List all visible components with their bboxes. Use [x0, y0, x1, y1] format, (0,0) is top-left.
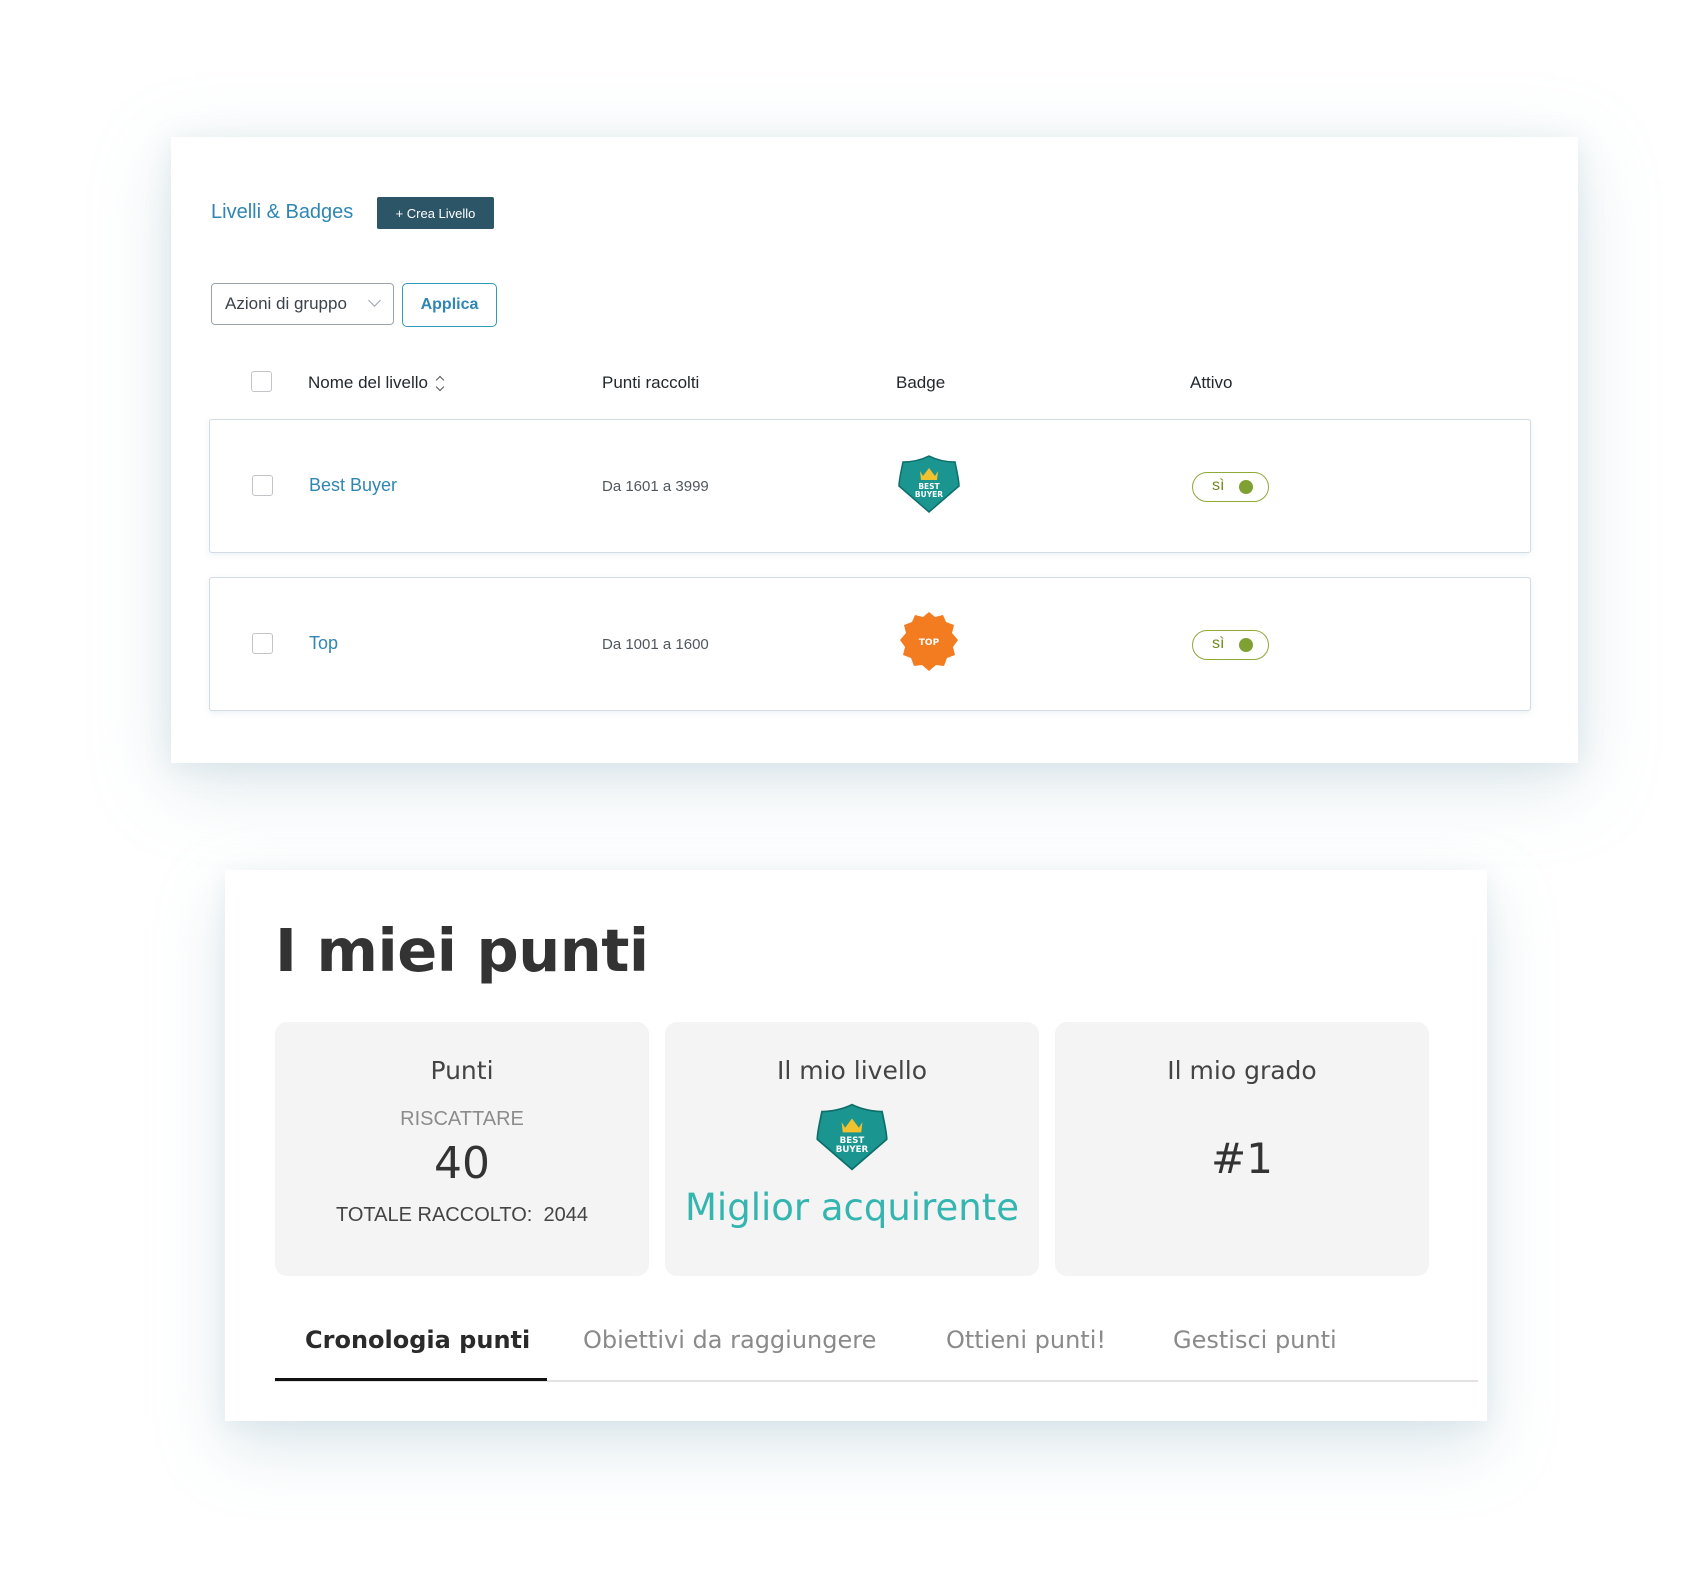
toggle-knob [1239, 638, 1253, 652]
row-checkbox[interactable] [252, 475, 273, 496]
column-header-badge: Badge [896, 373, 946, 392]
total-collected: TOTALE RACCOLTO: 2044 [275, 1204, 649, 1227]
column-header-active: Attivo [1190, 373, 1233, 392]
badge-text: TOP [919, 638, 940, 648]
toggle-knob [1239, 480, 1253, 494]
active-toggle[interactable]: sì [1192, 472, 1269, 502]
tab-manage-points[interactable]: Gestisci punti [1173, 1326, 1337, 1354]
points-box-title: Punti [430, 1056, 494, 1085]
page-title: I miei punti [275, 916, 649, 985]
total-label: TOTALE RACCOLTO: [336, 1204, 533, 1226]
tab-goals[interactable]: Obiettivi da raggiungere [583, 1326, 876, 1354]
active-toggle[interactable]: sì [1192, 630, 1269, 660]
chevron-down-icon [368, 294, 381, 307]
points-box: Punti RISCATTARE 40 TOTALE RACCOLTO: 204… [275, 1022, 649, 1276]
top-badge-icon: TOP [897, 610, 961, 679]
toggle-label: sì [1212, 635, 1225, 652]
bulk-actions-value: Azioni di gruppo [225, 294, 347, 313]
row-checkbox[interactable] [252, 633, 273, 654]
level-name-link[interactable]: Best Buyer [309, 475, 397, 496]
active-tab-indicator [275, 1378, 547, 1381]
best-buyer-badge-icon: BEST BUYER [897, 454, 961, 519]
column-header-label: Nome del livello [308, 373, 428, 392]
tab-earn-points[interactable]: Ottieni punti! [946, 1326, 1106, 1354]
table-row: Top Da 1001 a 1600 TOP sì [209, 577, 1531, 711]
panel-title: Livelli & Badges [211, 201, 354, 223]
badge-text: BUYER [836, 1145, 869, 1155]
rank-value: #1 [1211, 1134, 1273, 1183]
rank-box: Il mio grado #1 [1055, 1022, 1429, 1276]
level-name-link[interactable]: Top [309, 633, 338, 654]
redeem-label: RISCATTARE [400, 1108, 524, 1130]
rank-box-title: Il mio grado [1167, 1056, 1317, 1085]
column-header-points: Punti raccolti [602, 373, 700, 392]
my-points-panel: I miei punti Punti RISCATTARE 40 TOTALE … [225, 870, 1487, 1421]
bulk-actions-select[interactable]: Azioni di gruppo [211, 283, 394, 325]
create-level-button[interactable]: + Crea Livello [377, 197, 494, 229]
total-value: 2044 [543, 1204, 588, 1226]
level-box-title: Il mio livello [776, 1056, 928, 1085]
badge-text: BUYER [915, 490, 943, 499]
tab-points-history[interactable]: Cronologia punti [305, 1326, 530, 1354]
apply-button[interactable]: Applica [402, 283, 497, 327]
select-all-checkbox[interactable] [251, 371, 272, 392]
points-range: Da 1601 a 3999 [602, 478, 709, 495]
levels-badges-panel: Livelli & Badges + Crea Livello Azioni d… [171, 137, 1578, 763]
sort-icon[interactable] [435, 375, 445, 391]
points-range: Da 1001 a 1600 [602, 636, 709, 653]
best-buyer-badge-icon: BEST BUYER [815, 1102, 889, 1177]
column-header-level-name[interactable]: Nome del livello [308, 373, 445, 393]
toggle-label: sì [1212, 477, 1225, 494]
level-box: Il mio livello BEST BUYER Miglior acquir… [665, 1022, 1039, 1276]
level-name: Miglior acquirente [685, 1186, 1019, 1229]
redeem-value: 40 [434, 1138, 490, 1189]
table-row: Best Buyer Da 1601 a 3999 BEST BUYER sì [209, 419, 1531, 553]
